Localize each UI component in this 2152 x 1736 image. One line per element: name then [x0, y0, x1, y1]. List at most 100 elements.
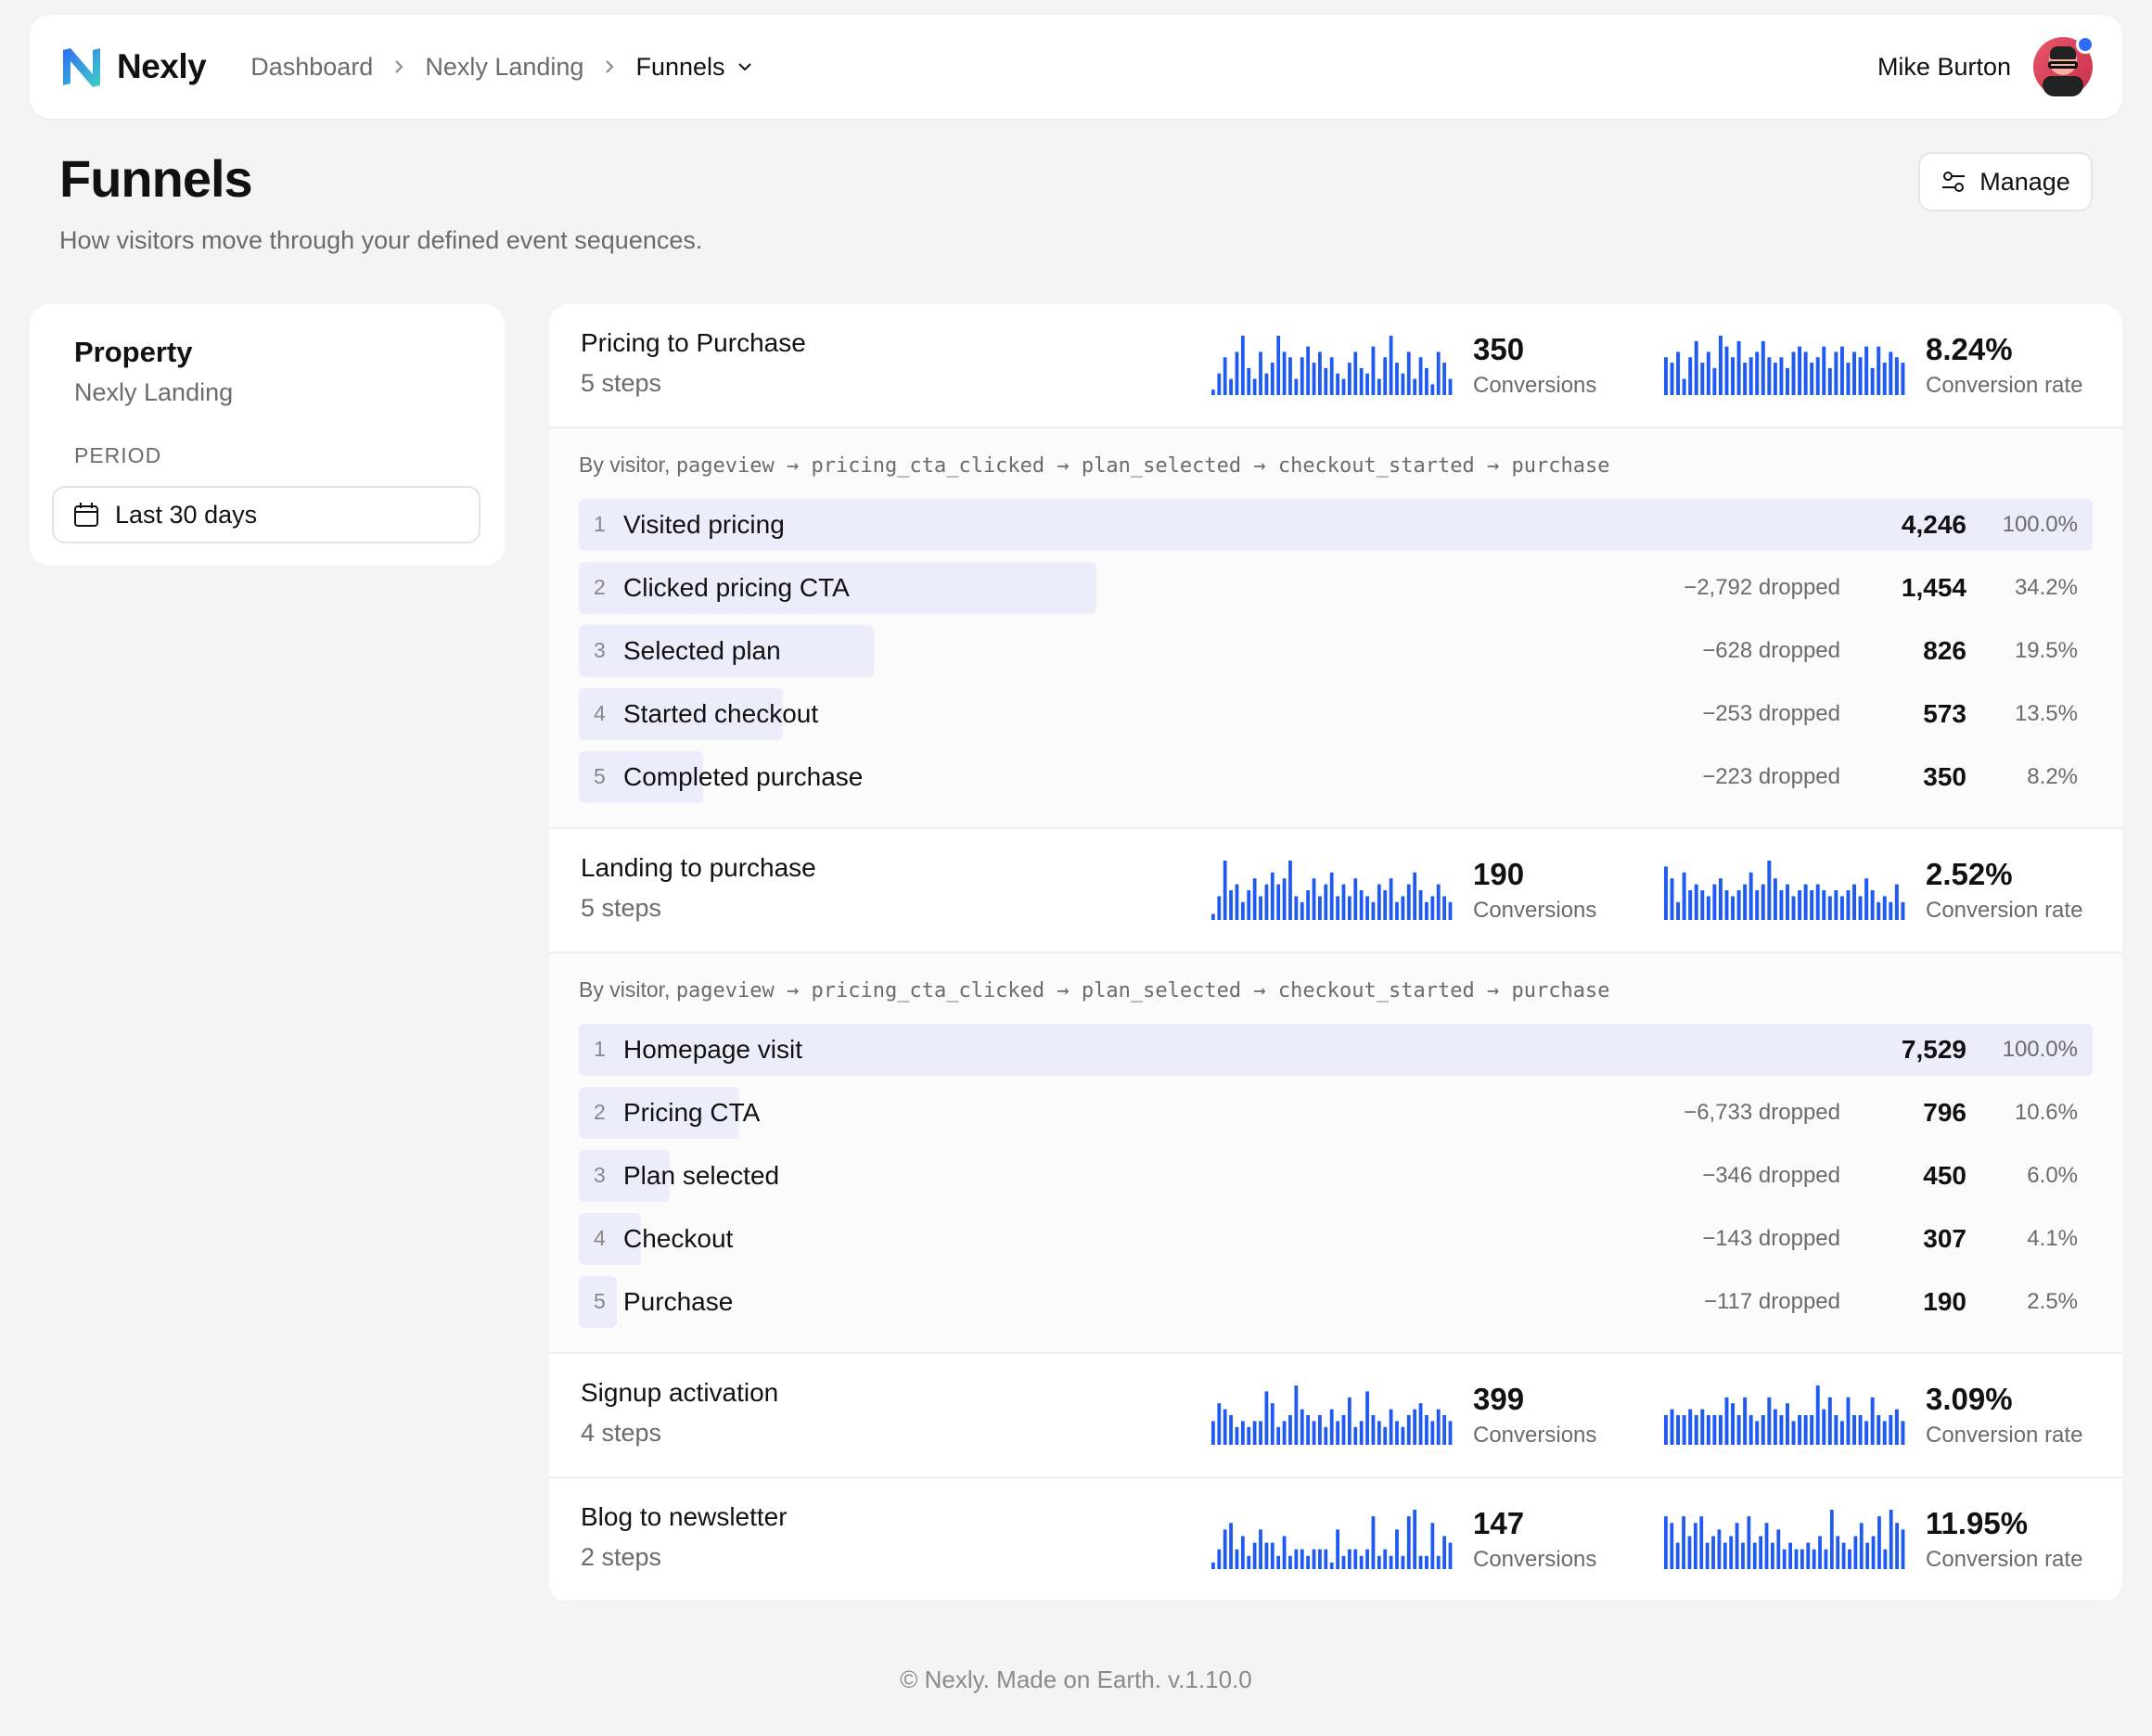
funnel-step-row[interactable]: 5 Completed purchase −223 dropped 350 8.… [579, 751, 2093, 803]
sparkline-bar [1347, 896, 1351, 920]
breadcrumb-property[interactable]: Nexly Landing [425, 53, 583, 82]
sparkline-bar [1822, 1409, 1826, 1445]
sparkline-bar [1700, 363, 1705, 395]
sparkline-bar [1383, 357, 1388, 395]
sparkline-bar [1664, 1415, 1668, 1445]
funnel-step-row[interactable]: 3 Plan selected −346 dropped 450 6.0% [579, 1150, 2093, 1202]
sparkline-bar [1282, 1536, 1287, 1569]
conversions-value: 399 [1473, 1382, 1525, 1416]
funnel-name: Blog to newsletter [581, 1502, 788, 1531]
sparkline-bar [1383, 890, 1388, 920]
conversion-rate-sparkline [1664, 1510, 1905, 1569]
sparkline-bar [1791, 351, 1796, 395]
funnel-step-value: 1,454 [1901, 573, 1966, 602]
app-logo[interactable]: Nexly [59, 45, 207, 89]
funnel-step-row[interactable]: 1 Homepage visit 7,529 100.0% [579, 1024, 2093, 1076]
sparkline-bar [1282, 878, 1287, 920]
funnel-header[interactable]: Landing to purchase 5 steps 190 Conversi… [549, 829, 2122, 953]
funnel-step-label: Purchase [623, 1287, 734, 1316]
sparkline-bar [1341, 884, 1346, 920]
breadcrumb-funnels[interactable]: Funnels [635, 53, 724, 82]
funnel-step-value: 796 [1923, 1098, 1966, 1127]
funnel-step-row[interactable]: 1 Visited pricing 4,246 100.0% [579, 499, 2093, 551]
sparkline-bar [1401, 896, 1405, 920]
sparkline-bar [1318, 1415, 1322, 1445]
avatar-hair [2050, 46, 2076, 59]
sparkline-bar [1425, 901, 1428, 920]
conversion-rate-label: Conversion rate [1926, 1423, 2083, 1448]
sparkline-bar [1858, 357, 1863, 395]
funnel-header[interactable]: Blog to newsletter 2 steps 147 Conversio… [549, 1478, 2122, 1602]
sparkline-bar [1676, 1415, 1681, 1445]
conversions-value: 147 [1473, 1506, 1525, 1540]
funnel-details: By visitor, pageview → pricing_cta_click… [549, 953, 2122, 1354]
funnel-step-row[interactable]: 4 Started checkout −253 dropped 573 13.5… [579, 688, 2093, 740]
sparkline-bar [1836, 1536, 1840, 1569]
sparkline-bar [1798, 346, 1802, 395]
funnel-step-label: Homepage visit [623, 1035, 802, 1064]
sparkline-bar [1240, 901, 1245, 920]
user-menu[interactable]: Mike Burton [1877, 35, 2094, 96]
sparkline-bar [1294, 378, 1299, 395]
funnel-step-label: Selected plan [623, 636, 781, 665]
conversions-sparkline [1211, 1510, 1453, 1569]
sparkline-bar [1365, 373, 1369, 395]
breadcrumb-dashboard[interactable]: Dashboard [250, 53, 373, 82]
manage-button[interactable]: Manage [1918, 152, 2093, 211]
funnel-step-percent: 8.2% [2027, 764, 2078, 789]
sparkline-bar [1347, 1549, 1351, 1569]
conversions-value: 350 [1473, 332, 1525, 366]
sparkline-bar [1365, 1391, 1369, 1445]
funnel-step-dropped: −117 dropped [1703, 1289, 1840, 1314]
sparkline-bar [1798, 1415, 1802, 1445]
sparkline-bar [1217, 373, 1222, 395]
funnel-step-value: 190 [1923, 1287, 1966, 1316]
funnel-step-row[interactable]: 5 Purchase −117 dropped 190 2.5% [579, 1276, 2093, 1328]
sparkline-bar [1217, 1549, 1222, 1569]
chevron-down-icon[interactable] [737, 58, 753, 75]
sparkline-bar [1682, 1415, 1686, 1445]
sparkline-bar [1736, 1415, 1741, 1445]
property-value: Nexly Landing [74, 378, 234, 406]
sparkline-bar [1300, 357, 1304, 395]
sparkline-bar [1270, 363, 1275, 395]
period-select[interactable]: Last 30 days [52, 486, 480, 543]
sparkline-bar [1336, 1421, 1339, 1445]
sparkline-bar [1353, 1426, 1358, 1445]
funnel-header[interactable]: Pricing to Purchase 5 steps 350 Conversi… [549, 304, 2122, 428]
sparkline-bar [1767, 861, 1772, 920]
sparkline-bar [1425, 367, 1428, 395]
sparkline-bar [1782, 1549, 1787, 1569]
funnel-steps-count: 2 steps [581, 1543, 662, 1571]
sparkline-bar [1676, 901, 1681, 920]
nexly-logo-icon [63, 48, 100, 87]
sparkline-bar [1413, 872, 1417, 920]
funnel-step-row[interactable]: 4 Checkout −143 dropped 307 4.1% [579, 1213, 2093, 1265]
sparkline-bar [1729, 1536, 1734, 1569]
sparkline-bar [1401, 373, 1405, 395]
sparkline-bar [1694, 1415, 1698, 1445]
sparkline-bar [1389, 878, 1393, 920]
funnel-step-row[interactable]: 3 Selected plan −628 dropped 826 19.5% [579, 625, 2093, 677]
funnel-step-row[interactable]: 2 Pricing CTA −6,733 dropped 796 10.6% [579, 1087, 2093, 1139]
sparkline-bar [1425, 1415, 1428, 1445]
funnel-step-dropped: −6,733 dropped [1684, 1100, 1840, 1125]
funnel-step-row[interactable]: 2 Clicked pricing CTA −2,792 dropped 1,4… [579, 562, 2093, 614]
sparkline-bar [1694, 884, 1698, 920]
funnel-header[interactable]: Signup activation 4 steps 399 Conversion… [549, 1354, 2122, 1478]
sparkline-bar [1341, 378, 1346, 395]
sparkline-bar [1846, 890, 1851, 920]
calendar-icon [74, 503, 98, 527]
funnel-path-prefix: By visitor, [579, 977, 676, 1002]
funnel-step-value: 826 [1923, 636, 1966, 665]
sparkline-bar [1858, 896, 1863, 920]
sparkline-bar [1329, 357, 1334, 395]
sparkline-bar [1889, 351, 1893, 395]
sliders-icon [1942, 172, 1966, 192]
avatar[interactable] [2033, 35, 2094, 96]
funnel-steps-count: 5 steps [581, 894, 662, 922]
sparkline-bar [1300, 901, 1304, 920]
sparkline-bar [1359, 1421, 1364, 1445]
sparkline-bar [1318, 1549, 1322, 1569]
sparkline-bar [1448, 1542, 1453, 1569]
